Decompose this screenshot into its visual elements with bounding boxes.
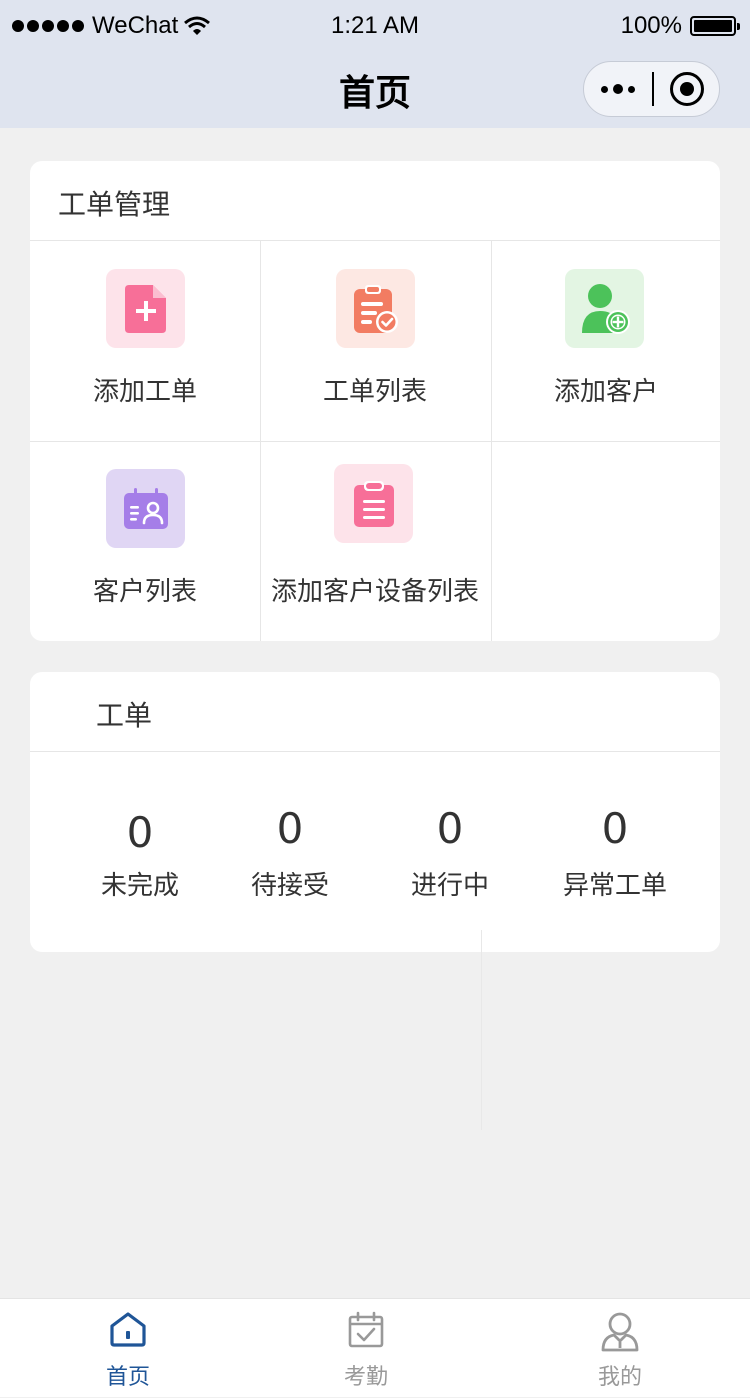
card-header: 工单 [30,672,720,752]
function-grid: 添加工单 工单列表 添加客户 客户列表 添加客户设备列表 [30,241,720,641]
icon-tile [106,269,185,348]
grid-item-label: 工单列表 [322,377,427,407]
status-bar: WeChat 1:21 AM 100% [0,0,750,54]
stat-value: 0 [436,804,464,853]
grid-item-label: 客户列表 [92,577,197,607]
icon-tile [336,269,415,348]
more-options-button[interactable] [584,62,652,116]
grid-item-label: 添加客户设备列表 [270,577,479,607]
icon-tile [106,469,185,548]
calendar-check-icon [348,1311,384,1348]
divider-line [481,930,482,1130]
icon-tile [334,464,413,543]
close-miniprogram-button[interactable] [654,72,719,106]
tab-home[interactable]: 首页 [48,1299,208,1398]
stat-value: 0 [276,804,304,853]
contact-card-icon [123,487,168,529]
battery-icon [690,16,740,36]
add-document-icon [124,284,166,333]
stat-label: 异常工单 [562,871,667,901]
stat-pending-accept[interactable]: 0 待接受 [235,804,345,902]
stat-label: 未完成 [100,871,179,901]
stat-abnormal[interactable]: 0 异常工单 [550,804,680,902]
stat-value: 0 [126,808,154,857]
tab-label: 我的 [597,1365,642,1390]
home-icon [110,1312,146,1347]
grid-item-add-customer[interactable]: 添加客户 [491,241,720,441]
work-order-stats-card: 工单 0 未完成 0 待接受 0 进行中 0 异常工单 [30,672,720,952]
icon-tile [565,269,644,348]
grid-item-add-customer-device-list[interactable]: 添加客户设备列表 [260,441,490,641]
card-title: 工单管理 [58,188,171,221]
clipboard-list-icon [353,480,394,527]
grid-item-label: 添加工单 [92,377,197,407]
add-user-icon [581,283,630,334]
user-icon [601,1312,639,1352]
stat-in-progress[interactable]: 0 进行中 [395,804,505,902]
target-icon [669,72,704,106]
stat-label: 进行中 [410,871,489,901]
grid-item-label: 添加客户 [553,377,658,407]
battery-status: 100% [620,12,740,40]
tab-me[interactable]: 我的 [540,1299,700,1398]
tab-label: 首页 [105,1365,150,1390]
tab-attendance[interactable]: 考勤 [286,1299,446,1398]
grid-item-customer-list[interactable]: 客户列表 [30,441,260,641]
card-title: 工单 [96,699,153,732]
grid-item-add-work-order[interactable]: 添加工单 [30,241,260,441]
card-header: 工单管理 [30,161,720,241]
tab-label: 考勤 [343,1365,388,1390]
grid-item-work-order-list[interactable]: 工单列表 [260,241,490,441]
miniprogram-capsule [583,61,720,117]
battery-percent: 100% [620,12,682,39]
clipboard-check-icon [353,284,398,333]
stat-label: 待接受 [250,871,329,901]
stat-unfinished[interactable]: 0 未完成 [90,808,190,902]
tab-bar: 首页 考勤 我的 [0,1298,750,1397]
work-order-management-card: 工单管理 添加工单 工单列表 添加客户 客户列表 添加客户设备列表 [30,161,720,641]
navigation-bar: 首页 [0,54,750,128]
stat-value: 0 [601,804,629,853]
